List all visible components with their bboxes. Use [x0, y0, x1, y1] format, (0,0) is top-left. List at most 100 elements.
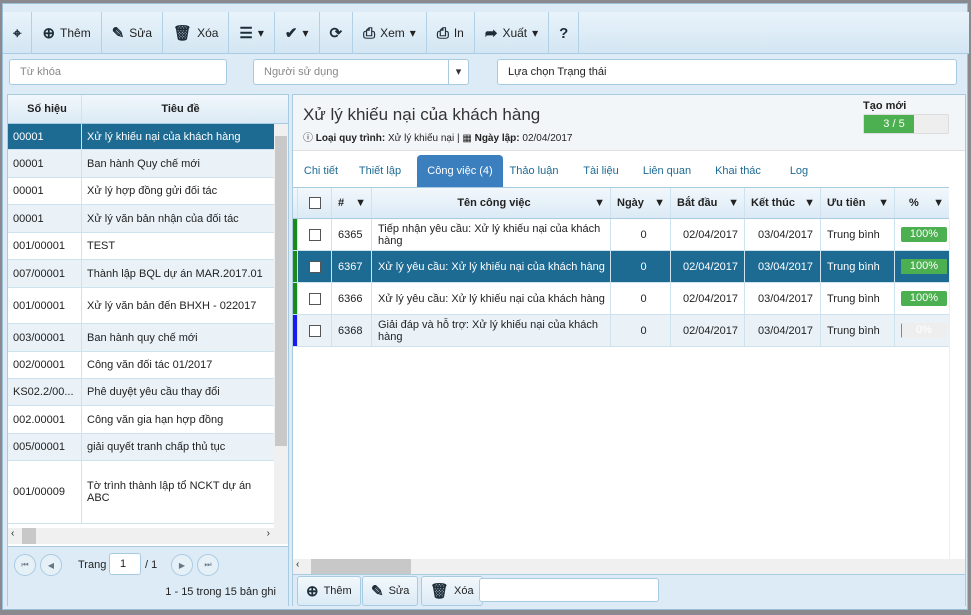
table-row[interactable]: 6367 Xử lý yêu cầu: Xử lý khiếu nại của … — [293, 251, 949, 283]
bottom-edit-button[interactable]: ✎ Sửa — [362, 576, 419, 606]
next-page-button[interactable]: ▶ — [171, 554, 193, 576]
tab-1[interactable]: Thiết lập — [355, 155, 405, 187]
bottom-text-input[interactable] — [479, 578, 659, 602]
first-page-button[interactable]: ⏮ — [14, 554, 36, 576]
page-input[interactable]: 1 — [109, 553, 141, 575]
list-item[interactable]: KS02.2/00... Phê duyệt yêu cầu thay đổi — [8, 379, 274, 406]
detail-panel: Xử lý khiếu nại của khách hàng ⓘ Loại qu… — [292, 94, 966, 606]
list-item-title: Xử lý văn bản đến BHXH - 022017 — [81, 288, 274, 323]
share-icon: ➦ — [484, 25, 498, 42]
list-item-title: Ban hành quy chế mới — [81, 324, 274, 351]
task-end: 03/04/2017 — [744, 315, 820, 346]
task-name[interactable]: Xử lý yêu cầu: Xử lý khiếu nại của khách… — [371, 283, 610, 314]
row-checkbox[interactable] — [297, 251, 331, 282]
list-item[interactable]: 001/00001 Xử lý văn bản đến BHXH - 022017 — [8, 288, 274, 324]
col-id[interactable]: # ▼ — [331, 188, 371, 218]
filter-icon: ▼ — [878, 197, 889, 209]
date-value: 02/04/2017 — [522, 133, 573, 144]
task-name[interactable]: Tiếp nhận yêu cầu: Xử lý khiếu nại của k… — [371, 219, 610, 250]
list-item[interactable]: 007/00001 Thành lập BQL dự án MAR.2017.01 — [8, 260, 274, 288]
pencil-icon: ✎ — [111, 25, 125, 42]
bottom-delete-button[interactable]: 🗑 Xóa — [421, 576, 483, 606]
list-item[interactable]: 00001 Xử lý khiếu nại của khách hàng — [8, 124, 274, 150]
tab-4[interactable]: Tài liệu — [577, 155, 625, 187]
grid-header: # ▼ Tên công việc ▼ Ngày ▼ Bắt đầu ▼ Kết thú… — [293, 187, 949, 219]
list-item[interactable]: 005/00001 giải quyết tranh chấp thủ tục — [8, 434, 274, 461]
table-row[interactable]: 6365 Tiếp nhận yêu cầu: Xử lý khiếu nại … — [293, 219, 949, 251]
task-progress: 100% — [894, 251, 949, 282]
prev-page-button[interactable]: ◀ — [40, 554, 62, 576]
export-dropdown[interactable]: ➦ Xuất ▾ — [475, 12, 550, 54]
row-checkbox[interactable] — [297, 283, 331, 314]
filter-icon: ▼ — [355, 197, 366, 209]
task-end: 03/04/2017 — [744, 251, 820, 282]
list-item[interactable]: 00001 Ban hành Quy chế mới — [8, 150, 274, 178]
help-button[interactable]: ? — [549, 12, 580, 54]
table-row[interactable]: 6368 Giải đáp và hỗ trợ: Xử lý khiếu nại… — [293, 315, 949, 347]
user-select[interactable]: Người sử dụng ▾ — [253, 59, 469, 85]
col-name[interactable]: Tên công việc ▼ — [371, 188, 610, 218]
tab-0[interactable]: Chi tiết — [299, 155, 343, 187]
status-label: Tạo mới — [863, 100, 907, 112]
add-button[interactable]: ⊕ Thêm — [32, 12, 102, 54]
list-item[interactable]: 001/00001 TEST — [8, 233, 274, 260]
tab-7[interactable]: Log — [779, 155, 819, 187]
keyword-input[interactable]: Từ khóa — [9, 59, 227, 85]
col-priority[interactable]: Ưu tiên ▼ — [820, 188, 894, 218]
tab-3[interactable]: Thảo luận — [505, 155, 563, 187]
list-item-title: Công văn đối tác 01/2017 — [81, 352, 274, 378]
list-item[interactable]: 002/00001 Công văn đối tác 01/2017 — [8, 352, 274, 379]
task-days: 0 — [610, 315, 670, 346]
status-select[interactable]: Lựa chọn Trạng thái — [497, 59, 957, 85]
list-item-title: Thành lập BQL dự án MAR.2017.01 — [81, 260, 274, 287]
view-dropdown[interactable]: ⎙ Xem ▾ — [353, 12, 427, 54]
type-value: Xử lý khiếu nại | — [388, 133, 460, 144]
row-checkbox[interactable] — [297, 315, 331, 346]
list-item-title: Xử lý hợp đồng gửi đối tác — [81, 178, 274, 204]
list-item-title: Xử lý văn bản nhận của đối tác — [81, 205, 274, 232]
list-item[interactable]: 002.00001 Công văn gia hạn hợp đồng — [8, 406, 274, 434]
col-start[interactable]: Bắt đầu ▼ — [670, 188, 744, 218]
col-title[interactable]: Tiêu đề — [81, 95, 274, 123]
check-dropdown[interactable]: ✔ ▾ — [275, 12, 320, 54]
col-end[interactable]: Kết thúc ▼ — [744, 188, 820, 218]
task-name[interactable]: Giải đáp và hỗ trợ: Xử lý khiếu nại của … — [371, 315, 610, 346]
vertical-scrollbar[interactable] — [274, 124, 288, 528]
edit-button[interactable]: ✎ Sửa — [102, 12, 164, 54]
list-item-code: KS02.2/00... — [13, 386, 74, 398]
record-summary: 1 - 15 trong 15 bản ghi — [165, 586, 276, 598]
grid-horizontal-scrollbar[interactable]: ‹ — [293, 559, 965, 574]
trash-icon: 🗑 — [173, 25, 193, 42]
tab-6[interactable]: Khai thác — [707, 155, 769, 187]
row-checkbox[interactable] — [297, 219, 331, 250]
tab-2[interactable]: Công việc (4) — [417, 155, 503, 187]
list-item[interactable]: 001/00009 Tờ trình thành lập tổ NCKT dự á… — [8, 461, 274, 524]
task-days: 0 — [610, 251, 670, 282]
last-page-button[interactable]: ⏭ — [197, 554, 219, 576]
list-item[interactable]: 00001 Xử lý hợp đồng gửi đối tác — [8, 178, 274, 205]
list-item[interactable]: 003/00001 Ban hành quy chế mới — [8, 324, 274, 352]
task-priority: Trung bình — [820, 251, 894, 282]
delete-button[interactable]: 🗑 Xóa — [163, 12, 230, 54]
print-button[interactable]: ⎙ In — [427, 12, 475, 54]
horizontal-scrollbar[interactable]: ‹ › — [8, 528, 288, 544]
col-days[interactable]: Ngày ▼ — [610, 188, 670, 218]
task-start: 02/04/2017 — [670, 251, 744, 282]
edit-label: Sửa — [129, 26, 153, 40]
list-item[interactable]: 00001 Xử lý văn bản nhận của đối tác — [8, 205, 274, 233]
col-code[interactable]: Số hiệu — [8, 95, 81, 123]
search-button[interactable]: ⌖ — [3, 12, 33, 54]
refresh-button[interactable]: ⟳ — [320, 12, 354, 54]
grid-vertical-scrollbar[interactable] — [949, 219, 965, 559]
caret-down-icon[interactable]: ▾ — [448, 60, 468, 84]
col-percent[interactable]: % ▼ — [894, 188, 949, 218]
bottom-add-button[interactable]: ⊕ Thêm — [297, 576, 361, 606]
user-placeholder: Người sử dụng — [264, 66, 339, 78]
binoculars-icon: ⌖ — [13, 24, 22, 42]
check-circle-icon: ✔ — [284, 25, 298, 42]
menu-dropdown[interactable]: ☰ ▾ — [229, 12, 275, 54]
tab-5[interactable]: Liên quan — [637, 155, 697, 187]
table-row[interactable]: 6366 Xử lý yêu cầu: Xử lý khiếu nại của … — [293, 283, 949, 315]
task-name[interactable]: Xử lý yêu cầu: Xử lý khiếu nại của khách… — [371, 251, 610, 282]
select-all-checkbox[interactable] — [297, 188, 331, 218]
